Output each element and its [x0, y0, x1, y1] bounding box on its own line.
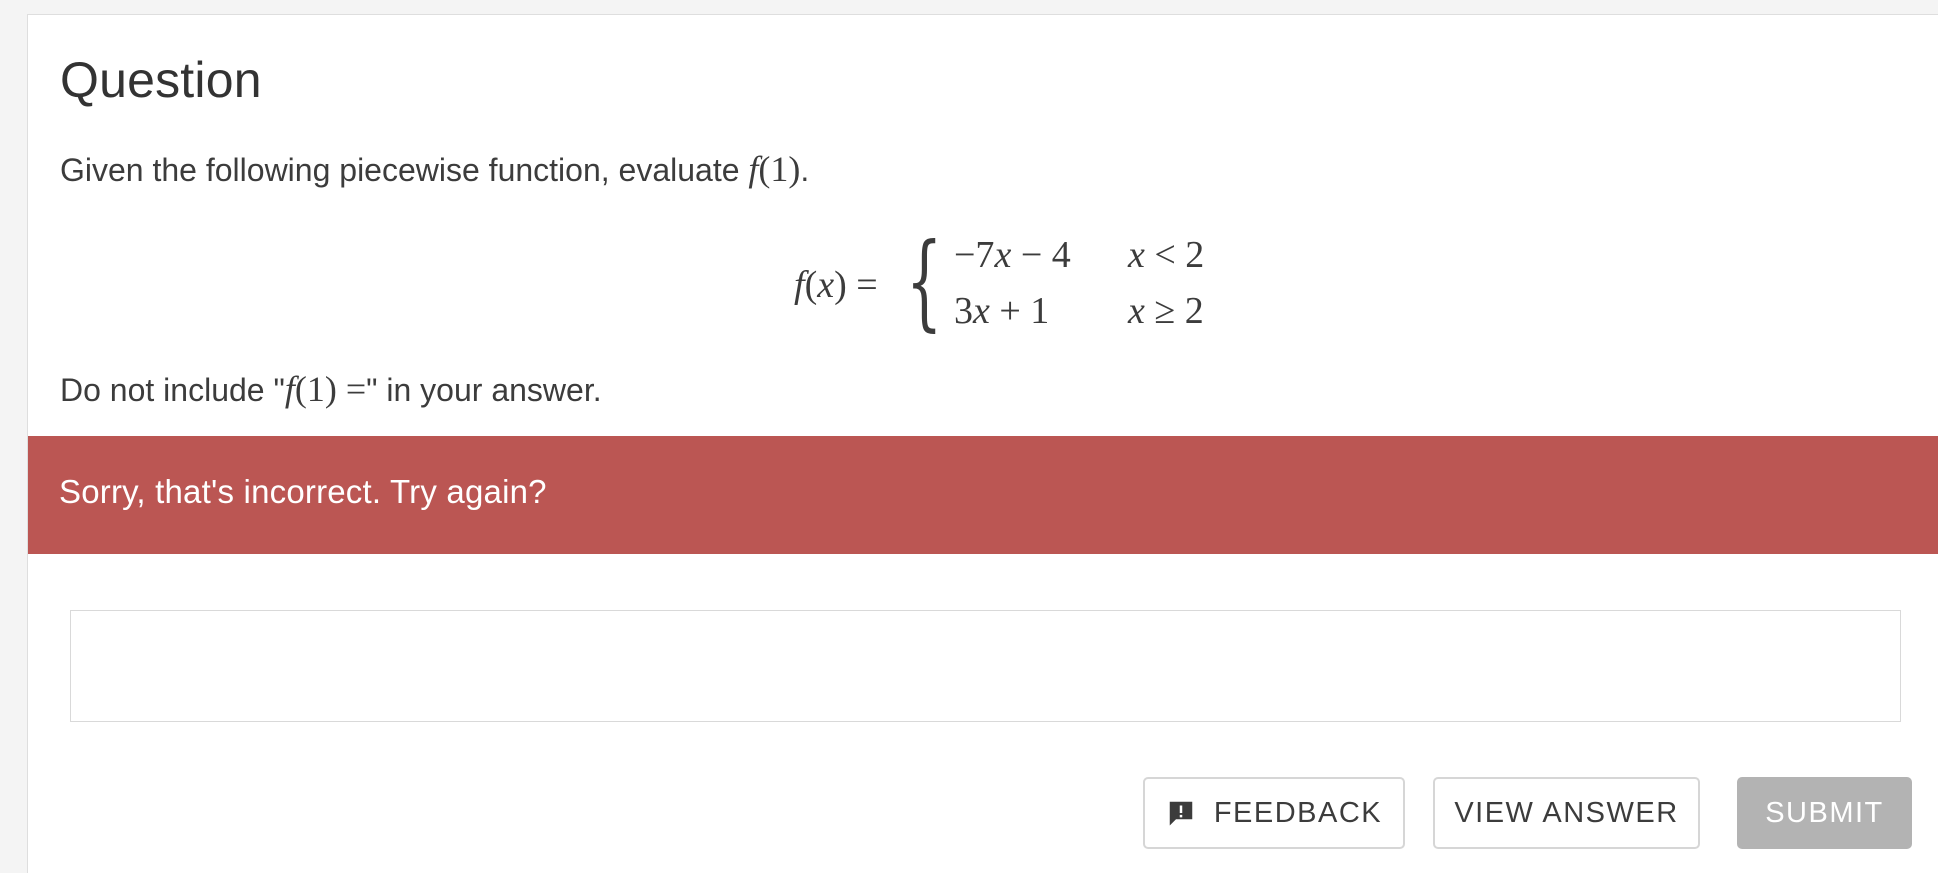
prompt-math: f(1)	[748, 149, 801, 189]
case-1-expr: −7x − 4	[954, 234, 1071, 276]
submit-button[interactable]: SUBMIT	[1737, 777, 1912, 849]
submit-label: SUBMIT	[1765, 796, 1884, 829]
error-banner: Sorry, that's incorrect. Try again?	[28, 436, 1938, 554]
feedback-label: FEEDBACK	[1213, 796, 1383, 829]
view-answer-button[interactable]: VIEW ANSWER	[1433, 777, 1700, 849]
case-2-expr: 3x + 1	[954, 290, 1050, 332]
case-2-condition: x ≥ 2	[1128, 290, 1204, 332]
equation-brace: {	[906, 220, 943, 342]
question-title: Question	[60, 52, 262, 108]
note-math: f(1) =	[284, 369, 367, 409]
answer-input[interactable]	[70, 610, 1901, 722]
prompt-end: .	[800, 152, 810, 188]
feedback-exclamation-icon	[1169, 801, 1193, 826]
feedback-button[interactable]: FEEDBACK	[1143, 777, 1405, 849]
question-prompt: Given the following piecewise function, …	[60, 147, 809, 192]
note-prefix: Do not include "	[60, 372, 285, 408]
note-suffix: " in your answer.	[366, 372, 602, 408]
error-message: Sorry, that's incorrect. Try again?	[59, 473, 547, 510]
question-card: Question Given the following piecewise f…	[27, 14, 1938, 873]
prompt-text: Given the following piecewise function, …	[60, 152, 749, 188]
view-answer-label: VIEW ANSWER	[1454, 796, 1679, 829]
case-1-condition: x < 2	[1128, 234, 1205, 276]
answer-note: Do not include "f(1) =" in your answer.	[60, 367, 602, 412]
equation-lhs: f(x) =	[794, 264, 878, 306]
